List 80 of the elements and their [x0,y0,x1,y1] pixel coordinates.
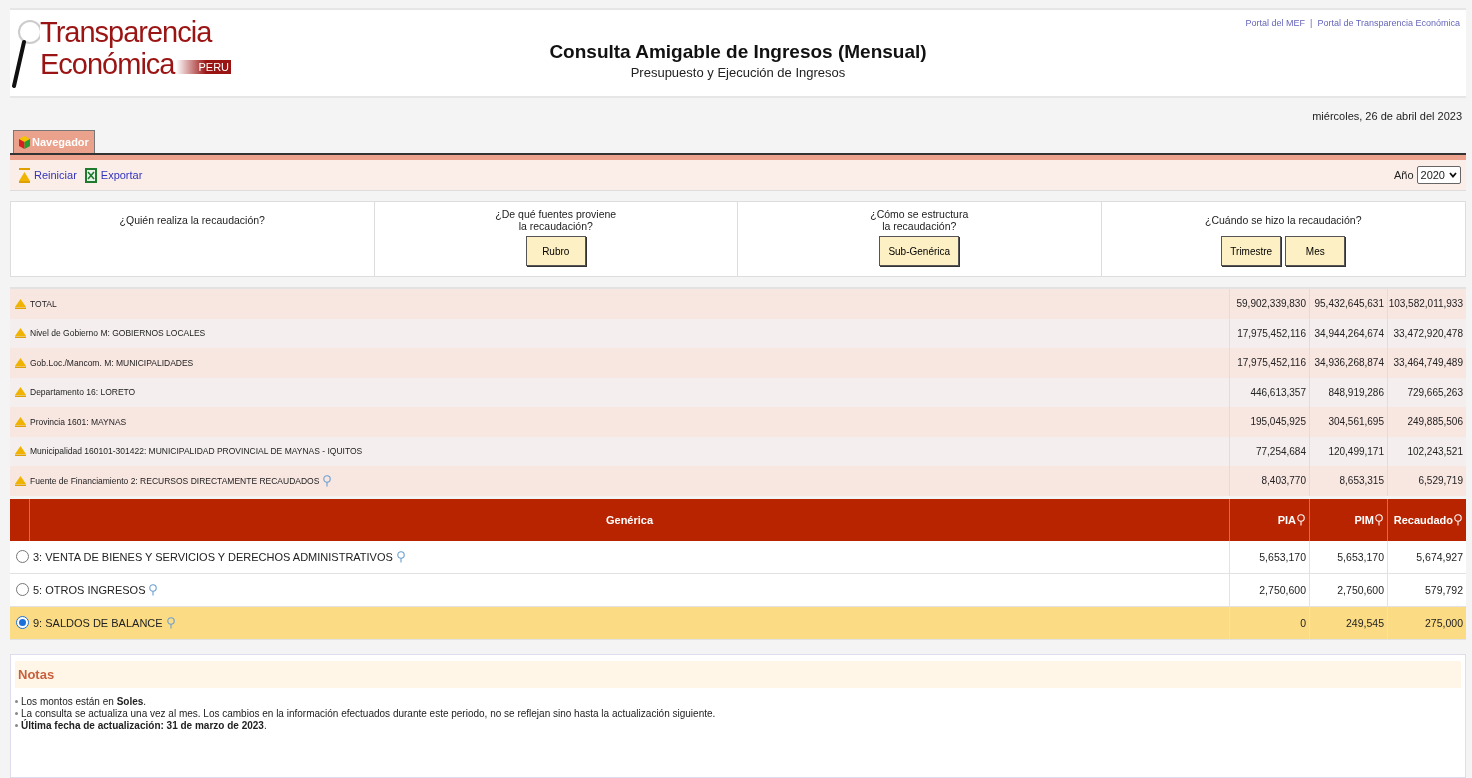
row-label: Fuente de Financiamiento 2: RECURSOS DIRECTAMENTE RECAUDADOS [30,475,320,486]
table-cell: 6,529,719 [1387,466,1466,496]
dimension-button[interactable]: Trimestre [1221,236,1282,266]
table-cell: 195,045,925 [1229,407,1309,437]
note-text: Última fecha de actualización: 31 de marzo de 2023. [21,719,267,732]
dimension-button[interactable]: Sub-Genérica [879,236,960,266]
question-text: ¿Quién realiza la recaudación? [119,213,265,228]
table-cell: 5,674,927 [1387,540,1466,573]
table-cell: 95,432,645,631 [1309,289,1387,319]
year-select[interactable]: 2020 [1416,166,1461,184]
note-text: Los montos están en Soles. [21,695,147,708]
header-link[interactable]: Portal del MEF [1245,18,1306,96]
page-title: Consulta Amigable de Ingresos (Mensual) [549,40,927,63]
table-cell: 579,792 [1387,573,1466,606]
table-cell: 0 [1229,606,1309,639]
column-header: Recaudado [1387,498,1466,541]
triangle-icon[interactable] [15,475,26,486]
row-label: 3: VENTA DE BIENES Y SERVICIOS Y DERECHOS ADMINISTRATIVOS [33,550,393,563]
table-cell: 33,464,749,489 [1387,348,1466,378]
dimension-button[interactable]: Mes [1285,236,1346,266]
row-label: 9: SALDOS DE BALANCE [33,616,163,629]
table-cell: 249,545 [1309,606,1387,639]
row-label: Provincia 1601: MAYNAS [30,416,127,427]
chevron-down-icon [1449,172,1457,178]
note-text: La consulta se actualiza una vez al mes. Los cambios en la información efectuados durante este periodo, no se reflejan sino hasta la actualización siguiente. [21,707,716,719]
row-label: Municipalidad 160101-301422: MUNICIPALIDAD PROVINCIAL DE MAYNAS - IQUITOS [30,446,363,457]
reset-button[interactable]: Reiniciar [15,165,81,185]
triangle-icon[interactable] [15,357,26,368]
info-pin-icon[interactable] [323,474,332,487]
logo-badge: PERU [176,60,232,74]
table-cell: 2,750,600 [1309,573,1387,606]
triangle-icon[interactable] [15,328,26,339]
triangle-icon [19,167,30,183]
table-cell: 8,403,770 [1229,466,1309,496]
radio-button[interactable] [16,583,29,596]
column-header: PIA [1229,498,1309,541]
triangle-icon[interactable] [15,416,26,427]
table-cell: 5,653,170 [1229,540,1309,573]
notes-title: Notas [15,660,1461,688]
row-label: Departamento 16: LORETO [30,387,136,398]
column-header: Genérica [29,498,1229,541]
info-pin-icon[interactable] [1375,513,1383,526]
table-cell: 59,902,339,830 [1229,289,1309,319]
question-text: ¿Cuándo se hizo la recaudación? [1205,213,1362,228]
table-cell: 34,936,268,874 [1309,348,1387,378]
radio-button[interactable] [16,550,29,563]
info-pin-icon[interactable] [1454,513,1462,526]
spreadsheet-icon [84,167,97,183]
info-pin-icon[interactable] [1297,513,1305,526]
row-label: Gob.Loc./Mancom. M: MUNICIPALIDADES [30,357,194,368]
question-text: ¿Cómo se estructura la recaudación? [870,208,969,232]
row-label: 5: OTROS INGRESOS [33,583,146,596]
triangle-icon[interactable] [15,446,26,457]
link-separator: | [1310,18,1313,30]
table-cell: 103,582,011,933 [1387,289,1466,319]
question-text: ¿De qué fuentes proviene la recaudación? [495,208,617,232]
table-cell: 249,885,506 [1387,407,1466,437]
export-button[interactable]: Exportar [80,165,147,185]
cube-icon [19,135,30,149]
page-subtitle: Presupuesto y Ejecución de Ingresos [630,64,846,80]
date-text: miércoles, 26 de abril del 2023 [1311,109,1463,124]
radio-button[interactable] [16,616,29,629]
table-cell: 5,653,170 [1309,540,1387,573]
triangle-icon[interactable] [15,387,26,398]
table-cell: 8,653,315 [1309,466,1387,496]
year-label: Año [1393,169,1414,181]
triangle-icon[interactable] [15,298,26,309]
row-label: Nivel de Gobierno M: GOBIERNOS LOCALES [30,328,206,339]
logo-text: Económica [40,48,175,80]
row-label: TOTAL [30,298,57,309]
table-cell: 275,000 [1387,606,1466,639]
table-cell: 2,750,600 [1229,573,1309,606]
logo-text: Transparencia [40,16,213,48]
info-pin-icon[interactable] [149,583,158,596]
info-pin-icon[interactable] [396,550,405,563]
table-cell: 304,561,695 [1309,407,1387,437]
dimension-button[interactable]: Rubro [525,236,586,266]
column-header: PIM [1309,498,1387,541]
header-link[interactable]: Portal de Transparencia Económica [1317,18,1460,96]
table-cell: 17,975,452,116 [1229,348,1309,378]
